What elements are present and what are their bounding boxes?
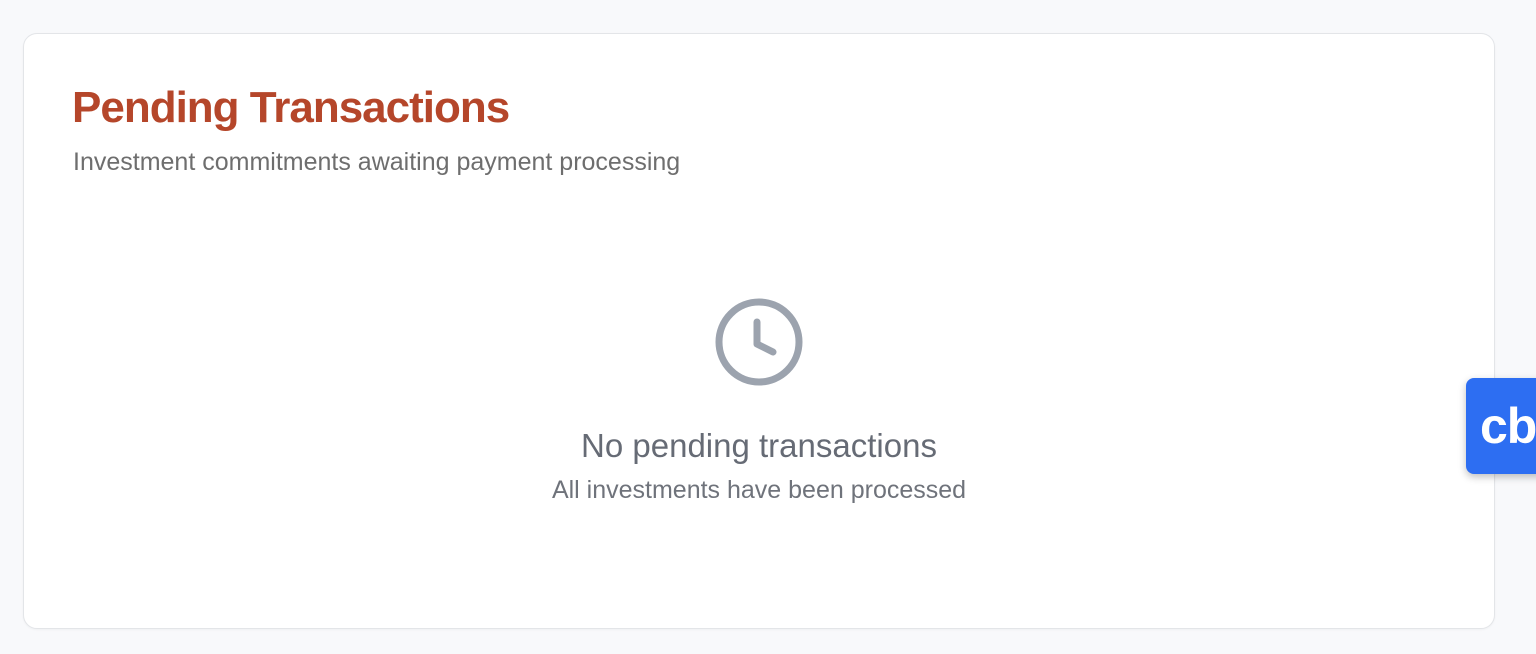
empty-state-title: No pending transactions <box>581 427 937 464</box>
empty-state: No pending transactions All investments … <box>24 296 1494 506</box>
floating-widget-label: cb <box>1480 398 1536 454</box>
clock-icon <box>715 298 803 386</box>
pending-transactions-card: Pending Transactions Investment commitme… <box>23 33 1495 629</box>
floating-widget-button[interactable]: cb <box>1466 378 1536 474</box>
card-subtitle: Investment commitments awaiting payment … <box>73 148 681 176</box>
empty-state-subtitle: All investments have been processed <box>551 476 967 504</box>
page: Pending Transactions Investment commitme… <box>0 0 1536 654</box>
card-title: Pending Transactions <box>72 83 510 132</box>
